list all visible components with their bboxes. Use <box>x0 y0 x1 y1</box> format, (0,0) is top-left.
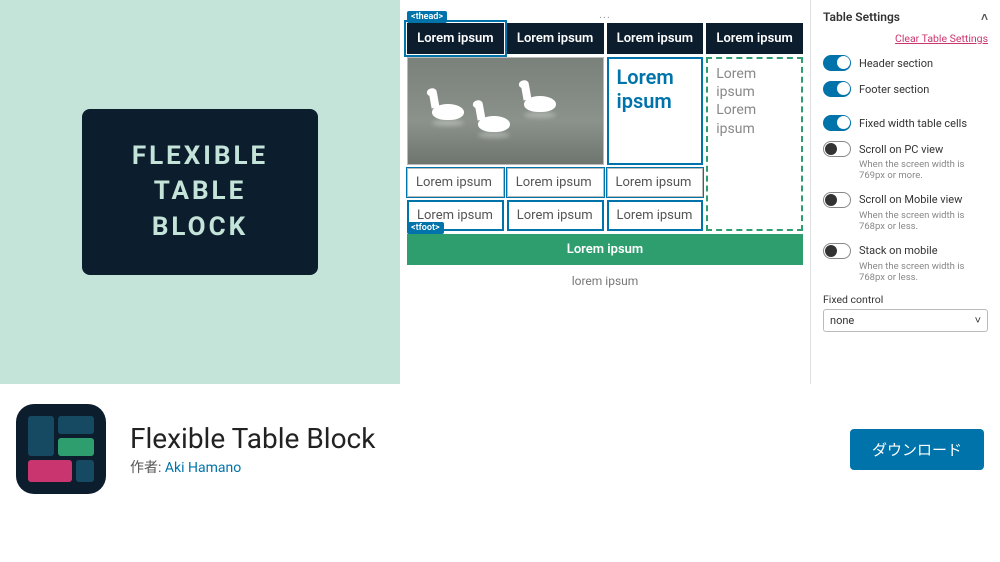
table-row: <tbody> Lorem ipsum Lorem ipsum Lorem ip… <box>407 57 803 165</box>
toggle-label: Scroll on PC view <box>859 143 943 156</box>
drag-handle-icon[interactable]: ... <box>404 8 806 20</box>
plugin-title-box: FLEXIBLE TABLE BLOCK <box>82 109 318 274</box>
plugin-author: 作者: Aki Hamano <box>130 457 826 477</box>
focused-cell[interactable]: Lorem ipsum <box>607 57 704 165</box>
header-cell[interactable]: <thead>Lorem ipsum <box>407 23 504 54</box>
toggle-note: When the screen width is 768px or less. <box>859 210 988 233</box>
chevron-down-icon: ˅ <box>975 314 981 327</box>
table-cell[interactable]: Lorem ipsum <box>607 200 704 231</box>
chevron-up-icon: ˄ <box>981 10 988 24</box>
thead-tag-label: <thead> <box>407 11 447 23</box>
toggle-switch[interactable] <box>823 81 851 97</box>
toggle-label: Fixed width table cells <box>859 117 967 130</box>
table-cell[interactable]: Lorem ipsum <box>507 168 604 197</box>
toggle-label: Scroll on Mobile view <box>859 193 962 206</box>
table-head-row: <thead>Lorem ipsum Lorem ipsum Lorem ips… <box>407 23 803 54</box>
merged-cell[interactable]: Lorem ipsum Lorem ipsum <box>706 57 803 231</box>
download-button[interactable]: ダウンロード <box>850 429 984 470</box>
toggle-label: Header section <box>859 57 933 70</box>
toggle-switch[interactable] <box>823 115 851 131</box>
fixed-control-select[interactable]: none ˅ <box>823 309 988 332</box>
toggle-footer-section[interactable]: Footer section <box>823 81 988 97</box>
title-line: BLOCK <box>132 210 268 245</box>
sidebar-header[interactable]: Table Settings ˄ <box>823 10 988 24</box>
plugin-header: Flexible Table Block 作者: Aki Hamano ダウンロ… <box>0 384 1000 514</box>
toggle-scroll-pc[interactable]: Scroll on PC view <box>823 141 988 157</box>
table-cell[interactable]: Lorem ipsum <box>607 168 704 197</box>
toggle-switch[interactable] <box>823 141 851 157</box>
author-prefix: 作者: <box>130 460 165 476</box>
plugin-meta: Flexible Table Block 作者: Aki Hamano <box>130 422 826 477</box>
title-line: TABLE <box>132 174 268 209</box>
toggle-header-section[interactable]: Header section <box>823 55 988 71</box>
toggle-label: Footer section <box>859 83 929 96</box>
toggle-stack-mobile[interactable]: Stack on mobile <box>823 243 988 259</box>
header-cell[interactable]: Lorem ipsum <box>607 23 704 54</box>
title-line: FLEXIBLE <box>132 139 268 174</box>
footer-cell[interactable]: <tfoot>Lorem ipsum <box>407 234 803 265</box>
plugin-name: Flexible Table Block <box>130 422 826 455</box>
table-cell[interactable]: Lorem ipsum <box>507 200 604 231</box>
toggle-switch[interactable] <box>823 55 851 71</box>
settings-sidebar: Table Settings ˄ Clear Table Settings He… <box>810 0 1000 384</box>
table-caption[interactable]: lorem ipsum <box>404 268 806 294</box>
toggle-label: Stack on mobile <box>859 244 938 257</box>
tfoot-tag-label: <tfoot> <box>407 222 444 234</box>
header-cell[interactable]: Lorem ipsum <box>706 23 803 54</box>
toggle-scroll-mobile[interactable]: Scroll on Mobile view <box>823 192 988 208</box>
plugin-icon <box>16 404 106 494</box>
fixed-control-label: Fixed control <box>823 293 988 306</box>
select-value: none <box>830 314 854 327</box>
toggle-switch[interactable] <box>823 243 851 259</box>
table-cell[interactable]: Lorem ipsum <box>407 168 504 197</box>
banner: FLEXIBLE TABLE BLOCK ... <thead>Lorem ip… <box>0 0 1000 384</box>
toggle-note: When the screen width is 769px or more. <box>859 159 988 182</box>
clear-settings-link[interactable]: Clear Table Settings <box>823 32 988 45</box>
preview-table: <thead>Lorem ipsum Lorem ipsum Lorem ips… <box>404 20 806 268</box>
banner-left: FLEXIBLE TABLE BLOCK <box>0 0 400 384</box>
toggle-note: When the screen width is 768px or less. <box>859 261 988 284</box>
header-cell[interactable]: Lorem ipsum <box>507 23 604 54</box>
toggle-switch[interactable] <box>823 192 851 208</box>
author-link[interactable]: Aki Hamano <box>165 460 241 476</box>
sidebar-title: Table Settings <box>823 10 900 24</box>
table-foot-row: <tfoot>Lorem ipsum <box>407 234 803 265</box>
editor-preview: ... <thead>Lorem ipsum Lorem ipsum Lorem… <box>400 0 810 384</box>
image-cell[interactable]: <tbody> <box>407 57 604 165</box>
toggle-fixed-width[interactable]: Fixed width table cells <box>823 115 988 131</box>
swan-image <box>408 58 603 164</box>
